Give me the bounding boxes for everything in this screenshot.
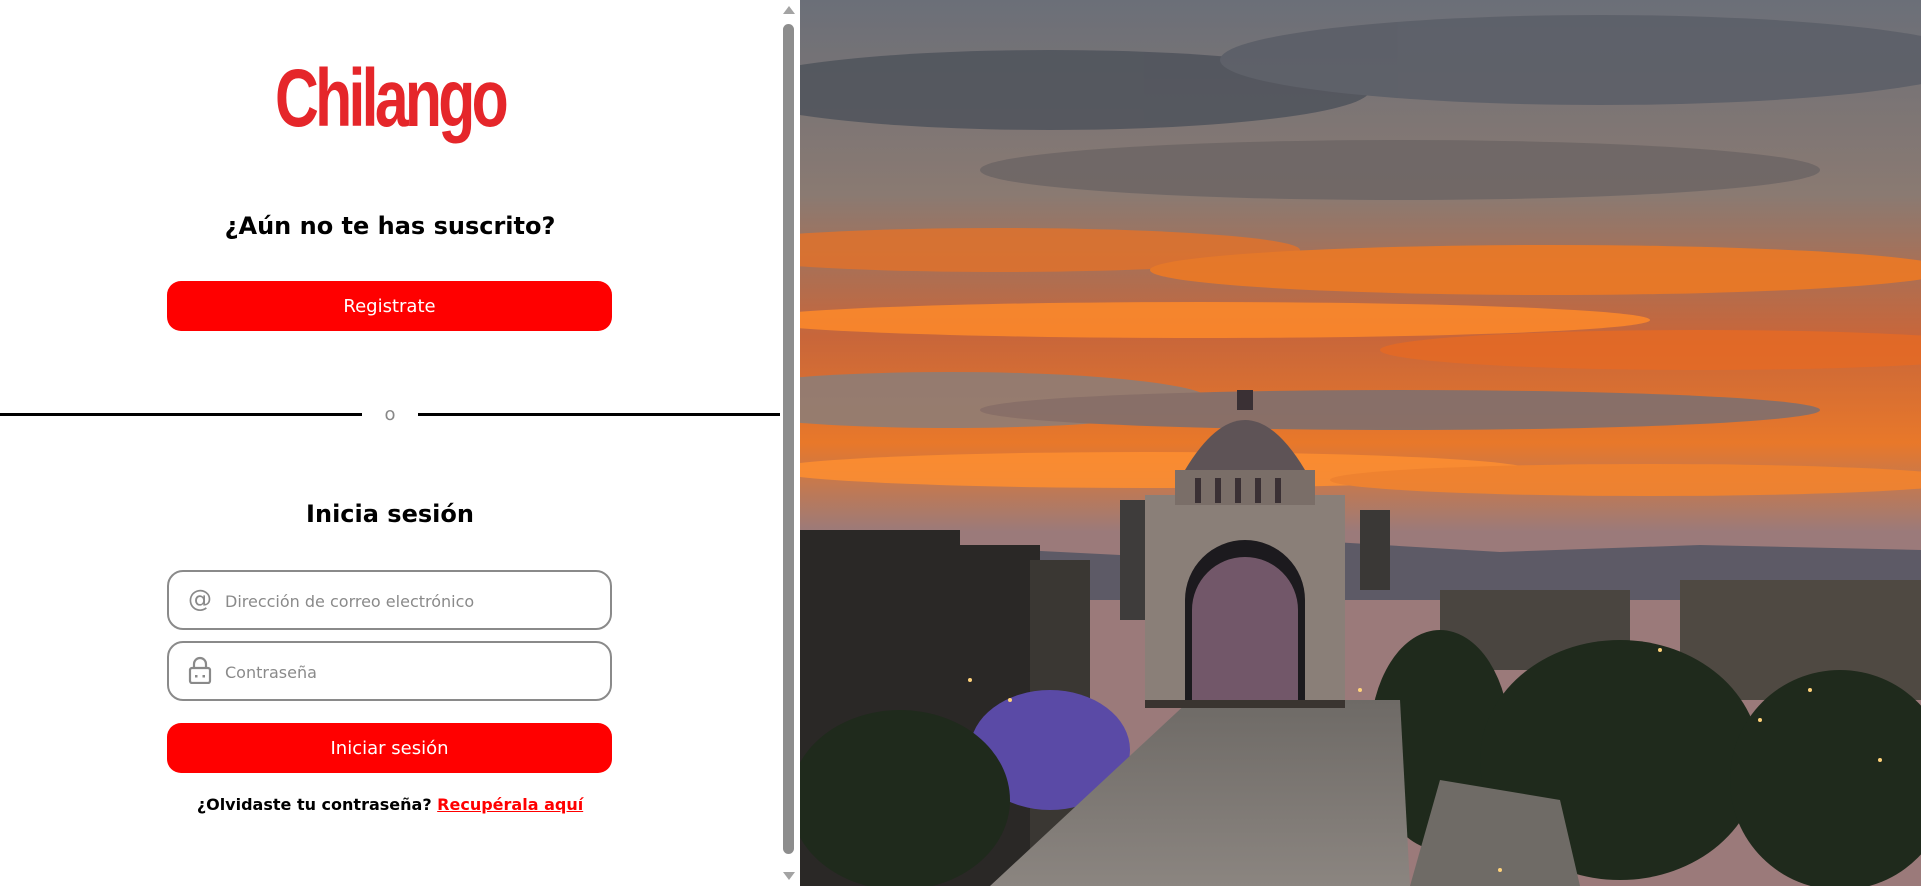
register-button[interactable]: Registrate — [167, 281, 612, 331]
divider-line-right — [418, 413, 780, 416]
recover-link[interactable]: Recupérala aquí — [437, 795, 583, 814]
divider-line-left — [0, 413, 362, 416]
scroll-down-icon[interactable] — [783, 872, 795, 880]
forgot-text: ¿Olvidaste tu contraseña? — [196, 795, 432, 814]
hero-photo — [800, 0, 1921, 886]
scroll-up-icon[interactable] — [783, 6, 795, 14]
login-heading: Inicia sesión — [306, 500, 474, 528]
scrollbar-thumb[interactable] — [783, 24, 794, 854]
monument-sunset-image — [800, 0, 1921, 886]
email-input[interactable] — [223, 582, 597, 620]
email-field-wrapper: @ — [167, 570, 612, 630]
chilango-logo: Chilango — [275, 53, 509, 144]
password-field-wrapper — [167, 641, 612, 701]
login-panel: Chilango ¿Aún no te has suscrito? Regist… — [0, 0, 780, 886]
lock-icon — [187, 656, 213, 684]
forgot-password: ¿Olvidaste tu contraseña? Recupérala aqu… — [0, 795, 780, 814]
login-button[interactable]: Iniciar sesión — [167, 723, 612, 773]
password-input[interactable] — [223, 653, 597, 691]
signup-heading: ¿Aún no te has suscrito? — [224, 212, 556, 240]
divider-text: o — [384, 404, 396, 425]
at-icon: @ — [188, 585, 212, 613]
scrollbar[interactable] — [780, 0, 797, 886]
